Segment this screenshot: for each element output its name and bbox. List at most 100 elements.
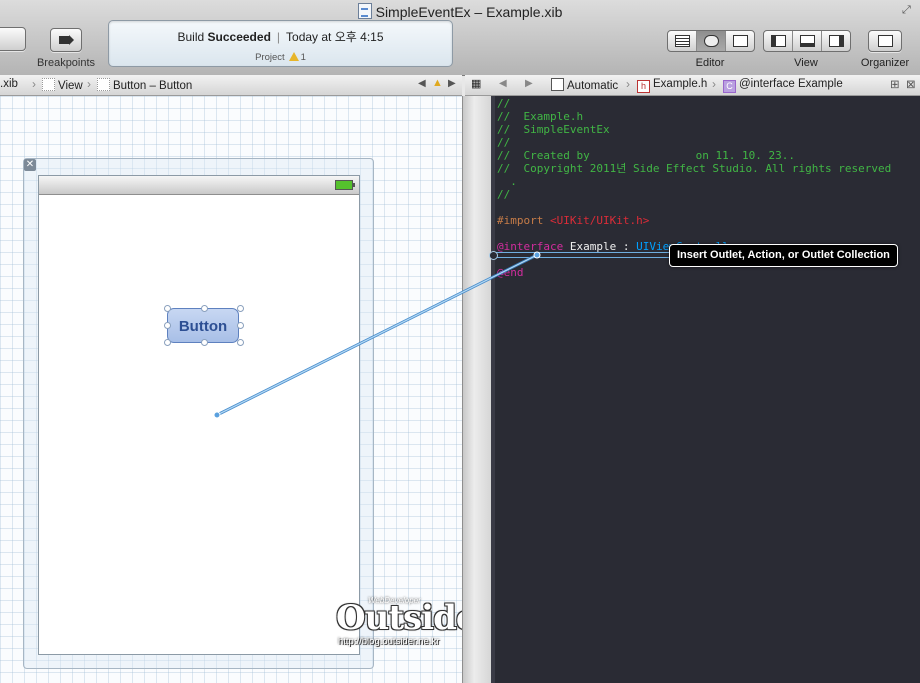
battery-icon	[335, 180, 355, 190]
code-line: // SimpleEventEx	[497, 123, 610, 136]
resize-handle[interactable]	[164, 322, 171, 329]
breakpoints-button[interactable]	[50, 28, 82, 52]
editor-label: Editor	[695, 57, 725, 69]
warning-icon	[288, 52, 299, 61]
import-keyword: #import	[497, 214, 544, 227]
warning-count: 1	[300, 52, 306, 63]
main-view[interactable]	[38, 175, 360, 655]
debug-panel-icon	[800, 35, 815, 47]
watermark-url: http://blog.outsider.ne.kr	[338, 636, 440, 647]
code-line: // Example.h	[497, 110, 584, 123]
code-line: //	[497, 188, 511, 201]
window-title-text: SimpleEventEx – Example.xib	[375, 4, 563, 20]
version-editor-icon	[733, 35, 748, 47]
chevron-right-icon: ›	[626, 77, 630, 91]
header-file-icon: h	[637, 80, 650, 93]
resize-handle[interactable]	[237, 339, 244, 346]
resize-handle[interactable]	[164, 339, 171, 346]
code-editor[interactable]: // // Example.h // SimpleEventEx // // C…	[491, 96, 920, 683]
chevron-right-icon: ›	[32, 77, 36, 91]
project-status[interactable]: Project 1	[109, 52, 452, 63]
toolbar: SimpleEventEx – Example.xib ⤢ Breakpoint…	[0, 0, 920, 76]
jump-item-interface-label: @interface Example	[739, 78, 843, 90]
resize-handle[interactable]	[201, 305, 208, 312]
view-icon	[42, 78, 55, 91]
watermark: WebDeveloper Outsider http://blog.outsid…	[336, 594, 462, 654]
jump-item-view-label: View	[58, 80, 83, 92]
view-segmented-control[interactable]	[763, 30, 851, 52]
build-status-prefix: Build	[177, 30, 205, 44]
editor-gutter	[491, 96, 495, 683]
organizer-icon	[878, 35, 893, 47]
close-icon[interactable]: ✕	[24, 159, 36, 171]
code-line: // Copyright 2011년 Side Effect Studio. A…	[497, 162, 892, 175]
standard-editor-button[interactable]	[668, 31, 697, 51]
code-line: //	[497, 97, 511, 110]
back-arrow-icon[interactable]: ◀	[499, 78, 507, 89]
next-issue-icon[interactable]: ▶	[448, 78, 456, 89]
code-line: //	[497, 136, 511, 149]
activity-view: Build Succeeded | Today at 오후 4:15 Project…	[108, 20, 453, 67]
jump-item-header-file[interactable]: h Example.h	[637, 78, 707, 93]
insertion-point-icon	[489, 251, 498, 260]
breakpoints-label: Breakpoints	[36, 57, 96, 69]
view-controller-frame: ✕	[23, 158, 374, 669]
jump-item-button-label: Button – Button	[113, 80, 193, 92]
watermark-logo: Outsider	[336, 598, 462, 638]
resize-handle[interactable]	[237, 322, 244, 329]
jump-item-interface[interactable]: C @interface Example	[723, 78, 843, 93]
chevron-right-icon: ›	[87, 77, 91, 91]
related-items-icon[interactable]: ▦	[471, 77, 481, 90]
code-line: // Created by on 11. 10. 23..	[497, 149, 796, 162]
organizer-button[interactable]	[868, 30, 902, 52]
warning-icon[interactable]: ▲	[432, 77, 443, 89]
jump-item-automatic[interactable]: Automatic	[551, 78, 618, 92]
ib-jump-bar: .xib › View › Button – Button ◀ ▲ ▶	[0, 75, 462, 96]
jump-item-xib-label: .xib	[0, 78, 18, 90]
assistant-editor-icon	[704, 35, 719, 47]
jump-item-button[interactable]: Button – Button	[97, 78, 192, 92]
forward-arrow-icon[interactable]: ▶	[525, 78, 533, 89]
chevron-right-icon: ›	[712, 77, 716, 91]
button-object-icon	[97, 78, 110, 91]
class-icon: C	[723, 80, 736, 93]
resize-handle[interactable]	[164, 305, 171, 312]
editor-split-divider[interactable]	[462, 96, 492, 683]
resize-handle[interactable]	[201, 339, 208, 346]
standard-editor-icon	[675, 35, 690, 47]
resize-handle[interactable]	[237, 305, 244, 312]
debug-area-toggle-button[interactable]	[793, 31, 822, 51]
assistant-editor-button[interactable]	[697, 31, 726, 51]
run-button[interactable]	[0, 27, 26, 51]
import-line: #import <UIKit/UIKit.h>	[497, 214, 649, 227]
build-status-result: Succeeded	[207, 30, 271, 44]
add-editor-icon[interactable]: ⊞	[890, 77, 900, 91]
interface-builder-canvas[interactable]: ✕ WebDeveloper Outsider http://blog.outs…	[0, 96, 462, 683]
project-label: Project	[255, 52, 285, 63]
end-line: @end	[497, 266, 524, 279]
jump-item-automatic-label: Automatic	[567, 80, 619, 92]
assistant-jump-bar: ▦ ◀ ▶ Automatic › h Example.h › C @interfa…	[465, 75, 920, 96]
previous-issue-icon[interactable]: ◀	[418, 78, 426, 89]
editor-segmented-control[interactable]	[667, 30, 755, 52]
simulated-status-bar	[39, 176, 359, 195]
automatic-icon	[551, 78, 564, 91]
window-title: SimpleEventEx – Example.xib	[0, 3, 920, 20]
close-editor-icon[interactable]: ⊠	[906, 77, 916, 91]
insertion-indicator	[491, 252, 671, 258]
jump-item-xib[interactable]: .xib	[0, 78, 18, 90]
navigator-panel-icon	[771, 35, 786, 47]
organizer-label: Organizer	[860, 57, 910, 69]
breakpoint-arrow-icon	[59, 35, 74, 45]
version-editor-button[interactable]	[726, 31, 754, 51]
xib-file-icon	[357, 3, 372, 19]
view-label: View	[794, 57, 818, 69]
ui-button[interactable]: Button	[167, 308, 239, 343]
utilities-panel-icon	[829, 35, 844, 47]
fullscreen-icon[interactable]: ⤢	[902, 4, 914, 16]
jump-item-header-file-label: Example.h	[653, 78, 708, 90]
jump-item-view[interactable]: View	[42, 78, 83, 92]
build-time: Today at 오후 4:15	[286, 30, 384, 44]
utilities-toggle-button[interactable]	[822, 31, 850, 51]
navigator-toggle-button[interactable]	[764, 31, 793, 51]
